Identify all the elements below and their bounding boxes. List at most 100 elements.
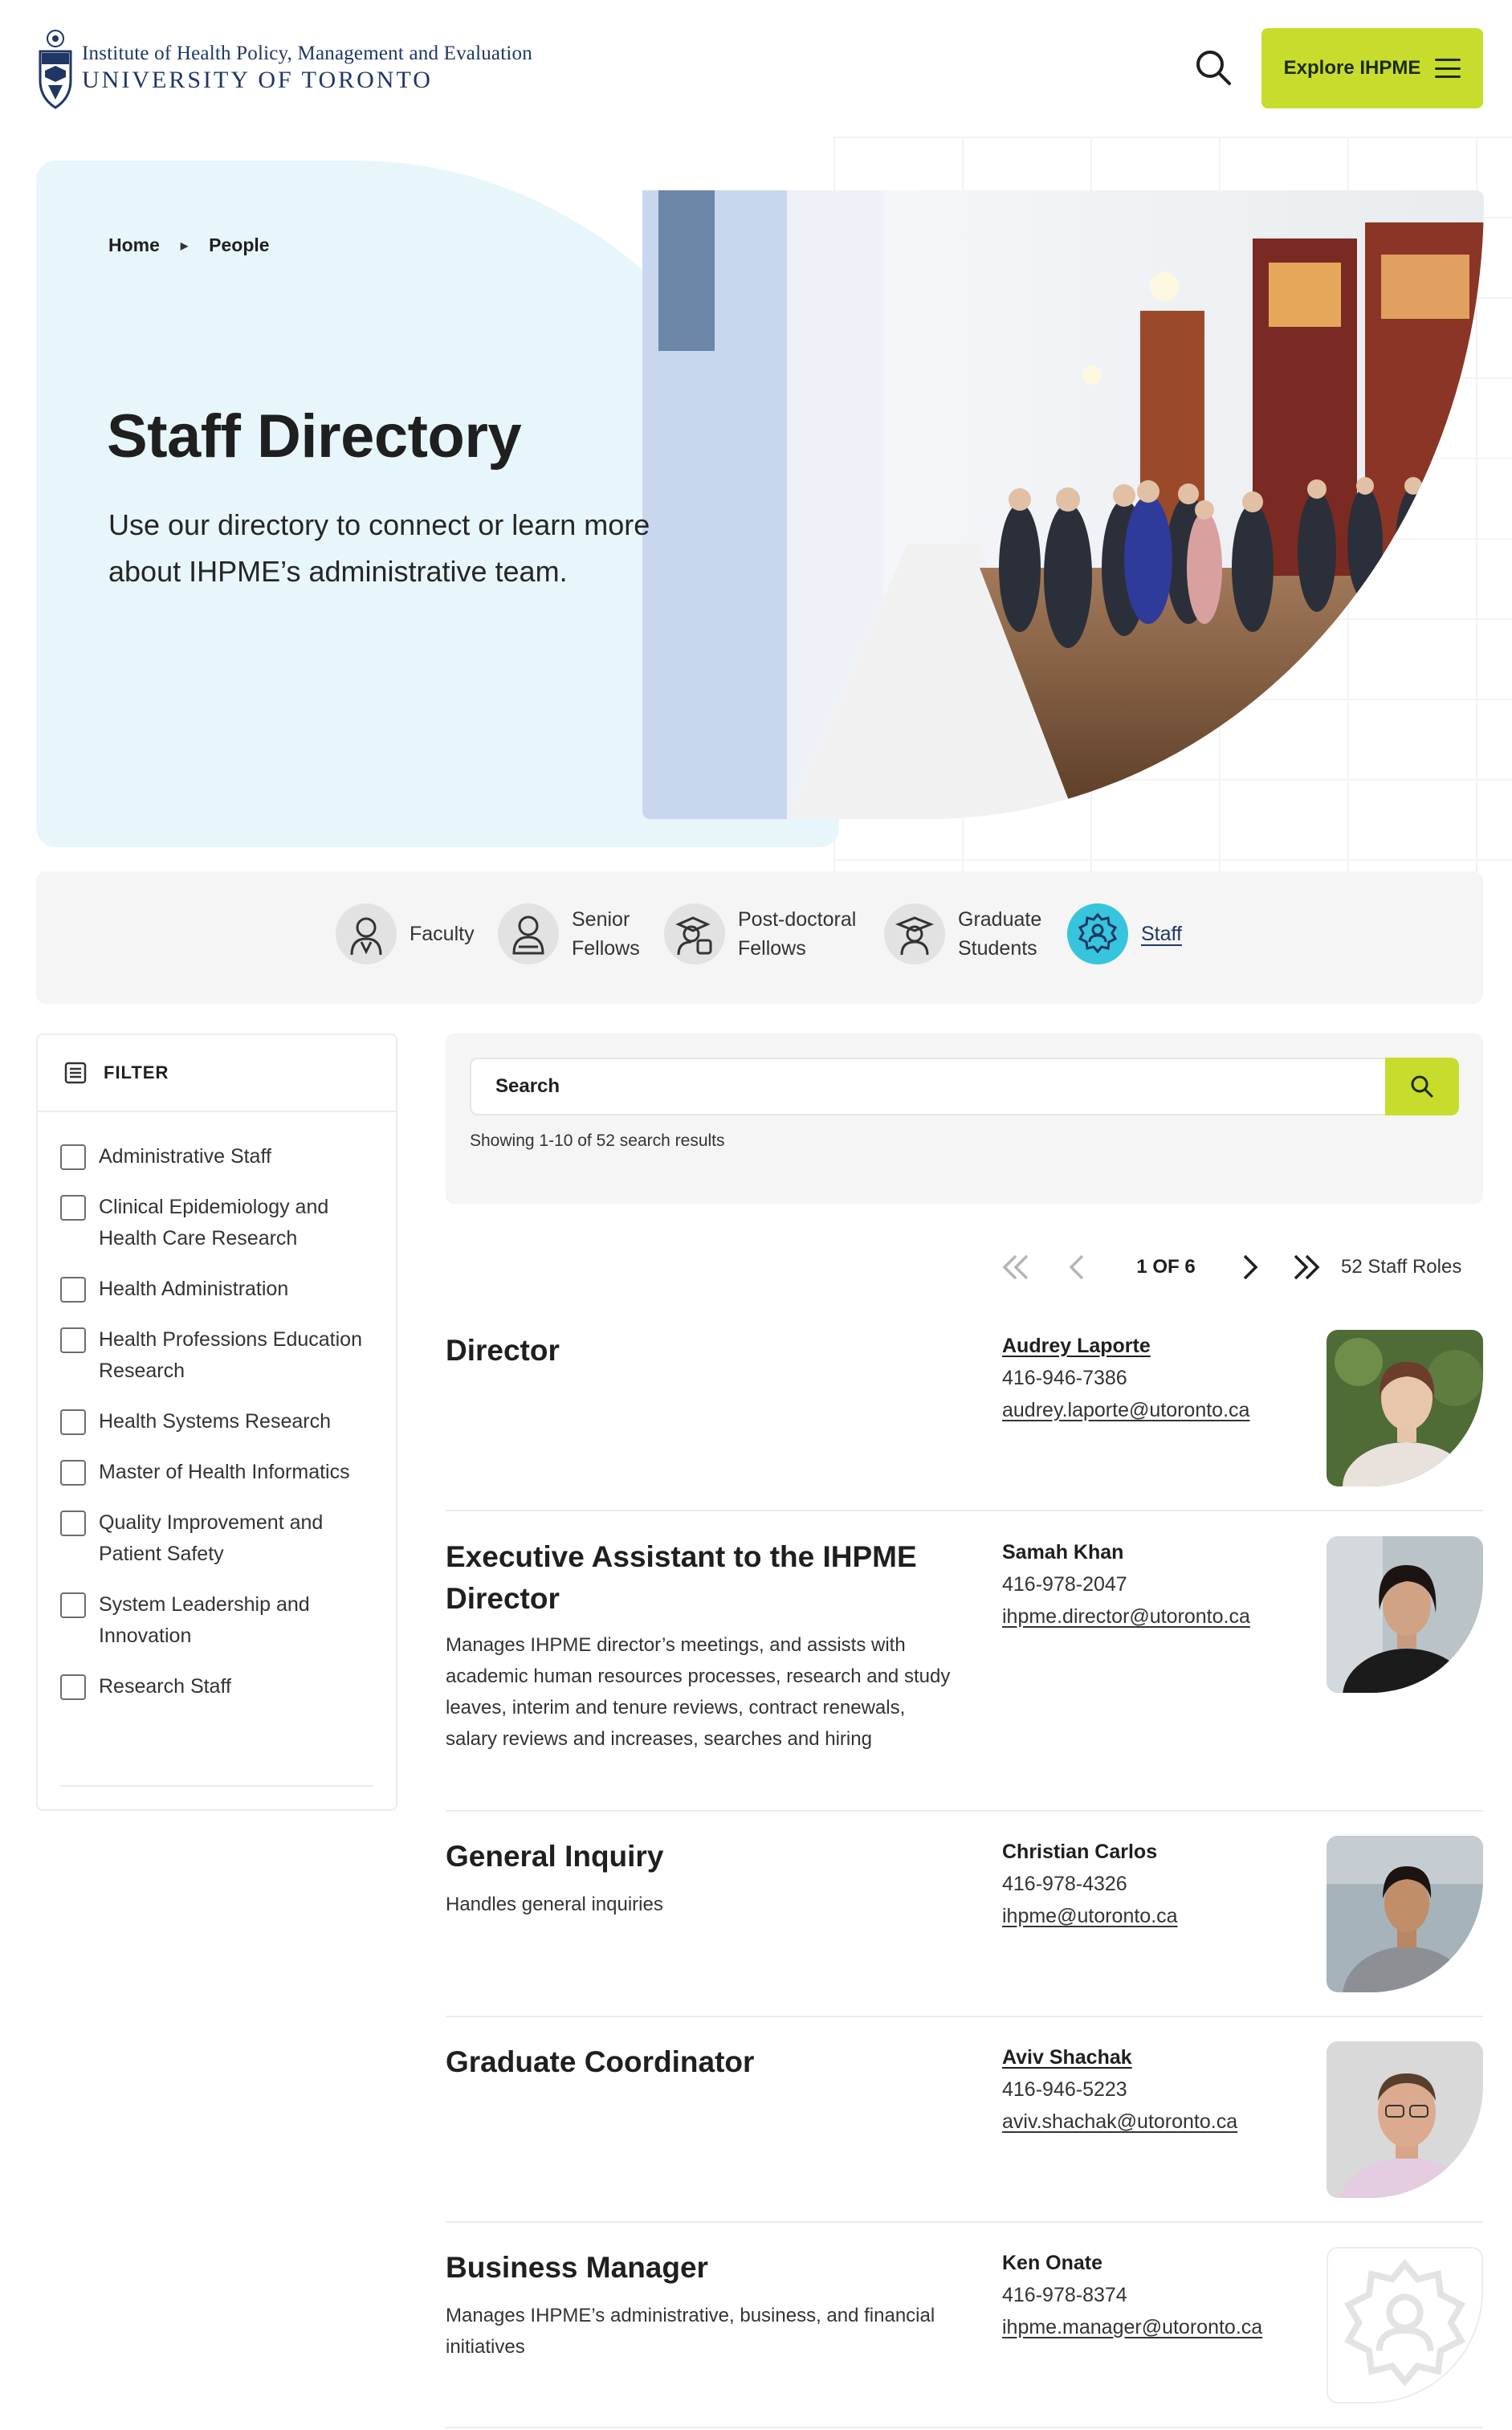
staff-phone: 416-978-4326 [1002,1873,1127,1895]
category-staff[interactable]: Staff [1067,903,1182,964]
logo-institute-name: Institute of Health Policy, Management a… [82,43,532,64]
staff-row: Director Audrey Laporte 416-946-7386 aud… [446,1330,1483,1490]
filter-option-label: Research Staff [99,1675,231,1698]
staff-name-link[interactable]: Audrey Laporte [1002,1330,1151,1362]
breadcrumb-current[interactable]: People [209,234,269,256]
filter-option[interactable]: Health Professions Education Research [60,1327,396,1387]
staff-name: Christian Carlos [1002,1841,1158,1863]
search-icon[interactable] [1192,47,1234,88]
hero-description: Use our directory to connect or learn mo… [108,508,650,588]
breadcrumb-home-link[interactable]: Home [108,234,160,256]
category-label: Faculty [410,923,475,945]
filter-options: Administrative Staff Clinical Epidemiolo… [38,1112,396,1702]
filter-checkbox[interactable] [60,1195,86,1221]
page-title: Staff Directory [107,402,522,471]
role-description: Manages IHPME director’s meetings, and a… [446,1634,951,1750]
staff-name: Ken Onate [1002,2252,1103,2274]
staff-email-link[interactable]: ihpme.director@utoronto.ca [1002,1600,1323,1633]
filter-checkbox[interactable] [60,1327,86,1353]
filter-panel: FILTER Administrative Staff Clinical Epi… [36,1034,397,1811]
pagination: 1 OF 6 52 Staff Roles [996,1241,1483,1294]
filter-heading: FILTER [104,1062,169,1082]
contact-info: Christian Carlos 416-978-4326 ihpme@utor… [1002,1836,1323,1932]
staff-name-link[interactable]: Aviv Shachak [1002,2041,1132,2073]
row-divider [446,1810,1483,1812]
row-divider [446,2221,1483,2223]
breadcrumb-separator-icon: ▶ [180,239,189,251]
filter-option[interactable]: Health Administration [60,1277,396,1305]
category-label-text: Post-doctoral Fellows [738,908,857,960]
last-page-icon[interactable] [1286,1247,1327,1287]
row-divider [446,2016,1483,2017]
category-label: Senior Fellows [572,905,652,963]
filter-checkbox[interactable] [60,1144,86,1170]
search-icon [1411,1075,1433,1098]
filter-option-label: System Leadership and Innovation [99,1593,310,1647]
hamburger-icon [1435,59,1461,78]
results-count: Showing 1-10 of 52 search results [470,1131,725,1150]
staff-email-link[interactable]: aviv.shachak@utoronto.ca [1002,2106,1323,2138]
filter-list-icon [64,1062,87,1084]
category-label: Post-doctoral Fellows [738,905,870,963]
filter-checkbox[interactable] [60,1511,86,1536]
explore-menu-button[interactable]: Explore IHPME [1261,28,1483,108]
graduate-icon [884,903,945,964]
first-page-icon[interactable] [996,1247,1036,1287]
filter-checkbox[interactable] [60,1460,86,1486]
filter-option[interactable]: Clinical Epidemiology and Health Care Re… [60,1195,396,1254]
row-divider [446,2427,1483,2428]
staff-photo [1327,2041,1483,2198]
category-senior-fellows[interactable]: Senior Fellows [498,903,652,964]
staff-email-link[interactable]: ihpme@utoronto.ca [1002,1900,1323,1932]
category-faculty[interactable]: Faculty [336,903,475,964]
filter-option[interactable]: Master of Health Informatics [60,1460,396,1488]
site-header: Institute of Health Policy, Management a… [0,0,1512,137]
filter-checkbox[interactable] [60,1674,86,1700]
filter-option-label: Clinical Epidemiology and Health Care Re… [99,1196,329,1250]
next-page-icon[interactable] [1230,1247,1270,1287]
staff-row: Business Manager Manages IHPME’s adminis… [446,2247,1483,2408]
staff-photo [1327,1536,1483,1693]
contact-info: Samah Khan 416-978-2047 ihpme.director@u… [1002,1536,1323,1633]
category-label: Graduate Students [958,905,1054,963]
role-description: Manages IHPME’s administrative, business… [446,2305,935,2358]
staff-email-link[interactable]: audrey.laporte@utoronto.ca [1002,1394,1323,1426]
role-title: Business Manager [446,2251,708,2284]
role-description: Handles general inquiries [446,1894,663,1915]
filter-option[interactable]: System Leadership and Innovation [60,1592,396,1652]
search-submit-button[interactable] [1385,1058,1459,1115]
filter-checkbox[interactable] [60,1409,86,1435]
role-title: General Inquiry [446,1840,664,1873]
university-logo[interactable]: Institute of Health Policy, Management a… [35,24,532,112]
filter-checkbox[interactable] [60,1592,86,1618]
staff-phone: 416-978-8374 [1002,2284,1127,2306]
category-graduate-students[interactable]: Graduate Students [884,903,1054,964]
staff-photo [1327,1836,1483,1992]
category-label: Staff [1141,923,1182,945]
staff-photo-placeholder [1327,2247,1483,2403]
total-roles: 52 Staff Roles [1341,1256,1462,1278]
filter-header[interactable]: FILTER [38,1035,396,1112]
senior-fellow-icon [498,903,559,964]
previous-page-icon[interactable] [1057,1247,1097,1287]
filter-option[interactable]: Research Staff [60,1674,396,1702]
filter-option[interactable]: Health Systems Research [60,1409,396,1437]
divider [60,1785,373,1787]
category-postdoc-fellows[interactable]: Post-doctoral Fellows [664,903,870,964]
contact-info: Audrey Laporte 416-946-7386 audrey.lapor… [1002,1330,1323,1426]
filter-option[interactable]: Administrative Staff [60,1144,396,1172]
page-indicator: 1 OF 6 [1136,1256,1196,1278]
staff-email-link[interactable]: ihpme.manager@utoronto.ca [1002,2311,1323,2343]
filter-option-label: Quality Improvement and Patient Safety [99,1511,324,1565]
contact-info: Ken Onate 416-978-8374 ihpme.manager@uto… [1002,2247,1323,2343]
search-input[interactable] [470,1058,1414,1115]
crest-icon [39,30,72,109]
filter-option-label: Administrative Staff [99,1145,271,1168]
filter-checkbox[interactable] [60,1277,86,1303]
staff-row: Graduate Coordinator Aviv Shachak 416-94… [446,2041,1483,2202]
filter-option[interactable]: Quality Improvement and Patient Safety [60,1511,396,1570]
role-title: Executive Assistant to the IHPME Directo… [446,1540,917,1615]
role-title: Director [446,1334,560,1367]
staff-name: Samah Khan [1002,1541,1124,1564]
category-label-text: Graduate Students [958,908,1042,960]
